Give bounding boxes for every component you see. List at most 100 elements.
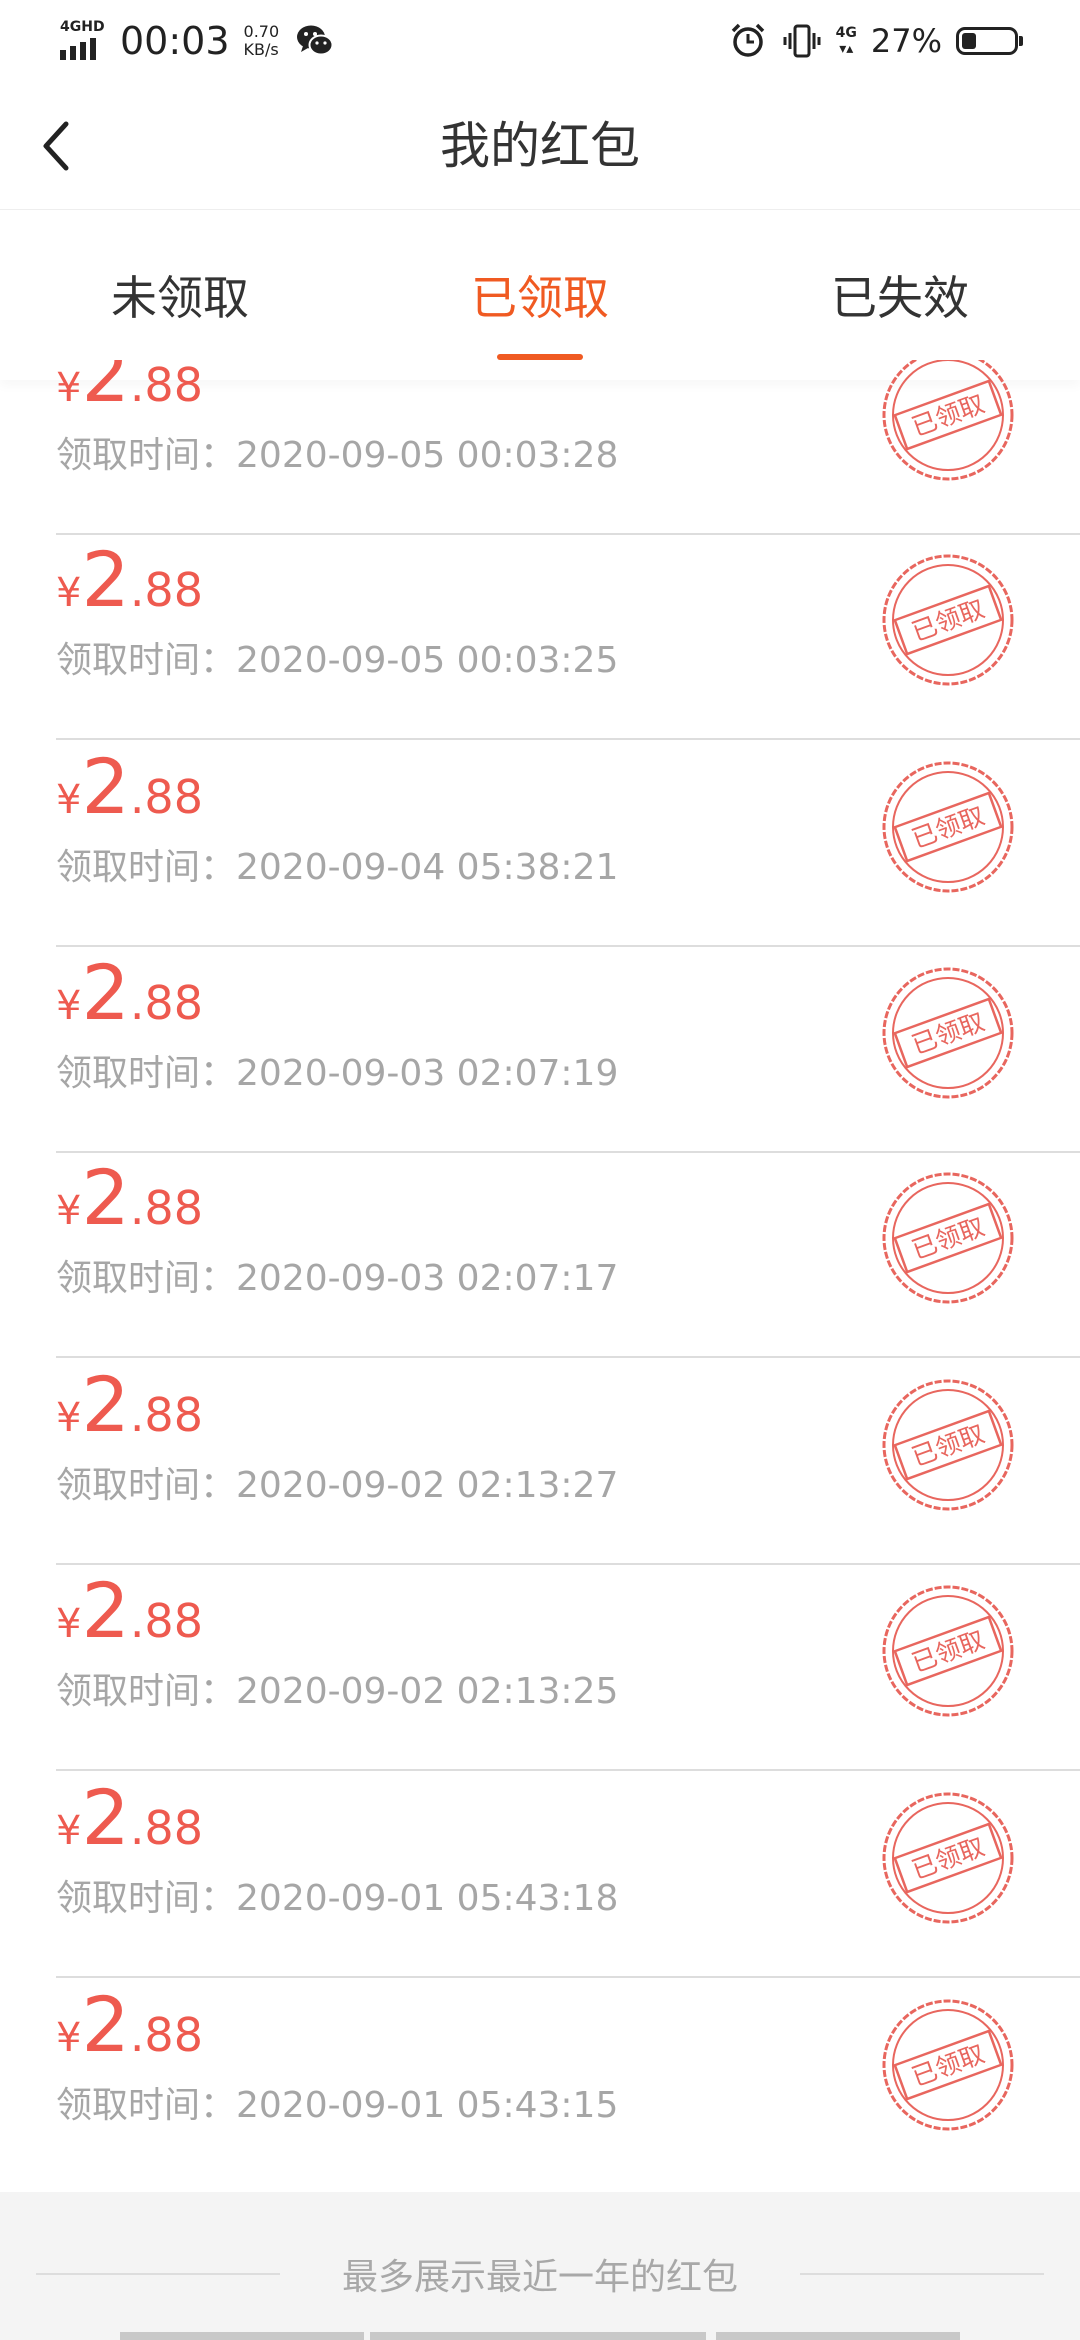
list-item[interactable]: ¥2.88 领取时间：2020-09-04 05:38:21 已领取 <box>0 742 1080 947</box>
list-item[interactable]: ¥2.88 领取时间：2020-09-02 02:13:27 已领取 <box>0 1360 1080 1565</box>
claim-time-prefix: 领取时间： <box>56 2085 237 2126</box>
tab-bar: 未领取 已领取 已失效 <box>0 210 1080 380</box>
battery-icon <box>956 27 1023 55</box>
chevron-left-icon <box>43 121 69 171</box>
list-item[interactable]: ¥2.88 领取时间：2020-09-05 00:03:25 已领取 <box>0 535 1080 740</box>
claim-time-prefix: 领取时间： <box>56 1465 237 1506</box>
data-arrows-icon: ▾▴ <box>839 41 854 57</box>
tab-claimed[interactable]: 已领取 <box>360 210 720 380</box>
claim-time-value: 2020-09-03 02:07:17 <box>236 1258 619 1299</box>
amount-integer: 2 <box>81 948 130 1037</box>
divider <box>56 1976 1080 1978</box>
claimed-stamp-icon: 已领取 <box>882 967 1014 1099</box>
amount-integer: 2 <box>81 360 130 419</box>
tab-label: 未领取 <box>111 271 249 325</box>
signal-icon: 4GHD <box>58 20 108 62</box>
claim-time-prefix: 领取时间： <box>56 1671 237 1712</box>
back-button[interactable] <box>20 110 92 182</box>
packet-amount: ¥2.88 <box>56 1153 203 1242</box>
amount-integer: 2 <box>81 535 130 624</box>
amount-decimal: .88 <box>129 1594 203 1648</box>
packet-amount: ¥2.88 <box>56 948 203 1037</box>
status-left: 4GHD 00:03 0.70 KB/s <box>58 16 335 66</box>
currency-symbol: ¥ <box>56 983 82 1029</box>
claimed-stamp-icon: 已领取 <box>882 360 1014 481</box>
divider <box>56 1356 1080 1358</box>
list-item[interactable]: ¥2.88 领取时间：2020-09-05 00:03:28 已领取 <box>0 360 1080 535</box>
claim-time-value: 2020-09-05 00:03:25 <box>236 640 619 681</box>
packet-amount: ¥2.88 <box>56 360 203 419</box>
packet-amount: ¥2.88 <box>56 742 203 831</box>
amount-decimal: .88 <box>129 1388 203 1442</box>
claim-time: 领取时间：2020-09-02 02:13:25 <box>56 1662 618 1714</box>
amount-integer: 2 <box>81 1773 130 1862</box>
claim-time-prefix: 领取时间： <box>56 1053 237 1094</box>
claim-time-value: 2020-09-02 02:13:27 <box>236 1465 619 1506</box>
currency-symbol: ¥ <box>56 1395 82 1441</box>
list-footer: 最多展示最近一年的红包 <box>0 2192 1080 2340</box>
packet-amount: ¥2.88 <box>56 535 203 624</box>
currency-symbol: ¥ <box>56 570 82 616</box>
amount-integer: 2 <box>81 1360 130 1449</box>
currency-symbol: ¥ <box>56 2015 82 2061</box>
list-item[interactable]: ¥2.88 领取时间：2020-09-03 02:07:17 已领取 <box>0 1153 1080 1358</box>
list-item[interactable]: ¥2.88 领取时间：2020-09-01 05:43:15 已领取 <box>0 1980 1080 2185</box>
claim-time-value: 2020-09-04 05:38:21 <box>236 847 619 888</box>
net-type-label: 4G <box>835 25 857 41</box>
list-item[interactable]: ¥2.88 领取时间：2020-09-02 02:13:25 已领取 <box>0 1566 1080 1771</box>
amount-decimal: .88 <box>129 2008 203 2062</box>
alarm-icon <box>731 23 764 57</box>
claim-time: 领取时间：2020-09-01 05:43:18 <box>56 1869 618 1921</box>
amount-decimal: .88 <box>129 1181 203 1235</box>
status-right: 4G ▾▴ 27% <box>728 16 1023 66</box>
claim-time: 领取时间：2020-09-01 05:43:15 <box>56 2076 618 2128</box>
divider <box>56 738 1080 740</box>
battery-percent: 27% <box>870 22 942 60</box>
network-label: 4GHD <box>60 19 105 35</box>
tab-unclaimed[interactable]: 未领取 <box>0 210 360 380</box>
list-item[interactable]: ¥2.88 领取时间：2020-09-03 02:07:19 已领取 <box>0 948 1080 1153</box>
currency-symbol: ¥ <box>56 1188 82 1234</box>
vibrate-icon <box>783 24 821 58</box>
claim-time-value: 2020-09-02 02:13:25 <box>236 1671 619 1712</box>
amount-decimal: .88 <box>129 1801 203 1855</box>
claimed-stamp-icon: 已领取 <box>882 761 1014 893</box>
claim-time-prefix: 领取时间： <box>56 435 237 476</box>
claim-time: 领取时间：2020-09-05 00:03:28 <box>56 426 618 478</box>
packet-amount: ¥2.88 <box>56 1773 203 1862</box>
claim-time-value: 2020-09-01 05:43:15 <box>236 2085 619 2126</box>
list-item[interactable]: ¥2.88 领取时间：2020-09-01 05:43:18 已领取 <box>0 1773 1080 1978</box>
amount-integer: 2 <box>81 1153 130 1242</box>
amount-decimal: .88 <box>129 770 203 824</box>
claimed-stamp-icon: 已领取 <box>882 1172 1014 1304</box>
claim-time: 领取时间：2020-09-03 02:07:19 <box>56 1044 618 1096</box>
tab-expired[interactable]: 已失效 <box>720 210 1080 380</box>
claim-time-value: 2020-09-01 05:43:18 <box>236 1878 619 1919</box>
amount-decimal: .88 <box>129 563 203 617</box>
claim-time: 领取时间：2020-09-02 02:13:27 <box>56 1456 618 1508</box>
network-speed: 0.70 KB/s <box>244 23 280 59</box>
status-bar: 4GHD 00:03 0.70 KB/s 4G ▾▴ 27% <box>0 0 1080 82</box>
packet-amount: ¥2.88 <box>56 1360 203 1449</box>
claimed-stamp-icon: 已领取 <box>882 1999 1014 2131</box>
tab-label: 已失效 <box>831 271 969 325</box>
amount-integer: 2 <box>81 1566 130 1655</box>
currency-symbol: ¥ <box>56 777 82 823</box>
amount-integer: 2 <box>81 742 130 831</box>
claim-time-prefix: 领取时间： <box>56 640 237 681</box>
speed-value: 0.70 <box>243 22 280 41</box>
net-type-indicator: 4G ▾▴ <box>836 25 857 57</box>
divider <box>56 1563 1080 1565</box>
claim-time: 领取时间：2020-09-04 05:38:21 <box>56 838 618 890</box>
status-time: 00:03 <box>120 19 230 63</box>
claim-time-value: 2020-09-03 02:07:19 <box>236 1053 619 1094</box>
amount-integer: 2 <box>81 1980 130 2069</box>
page-title: 我的红包 <box>440 117 640 175</box>
claim-time: 领取时间：2020-09-05 00:03:25 <box>56 631 618 683</box>
claim-time: 领取时间：2020-09-03 02:07:17 <box>56 1249 618 1301</box>
claimed-stamp-icon: 已领取 <box>882 1585 1014 1717</box>
claim-time-prefix: 领取时间： <box>56 1258 237 1299</box>
red-packet-list[interactable]: ¥2.88 领取时间：2020-09-05 00:03:28 已领取 ¥2.88… <box>0 360 1080 2192</box>
amount-decimal: .88 <box>129 976 203 1030</box>
claimed-stamp-icon: 已领取 <box>882 1792 1014 1924</box>
